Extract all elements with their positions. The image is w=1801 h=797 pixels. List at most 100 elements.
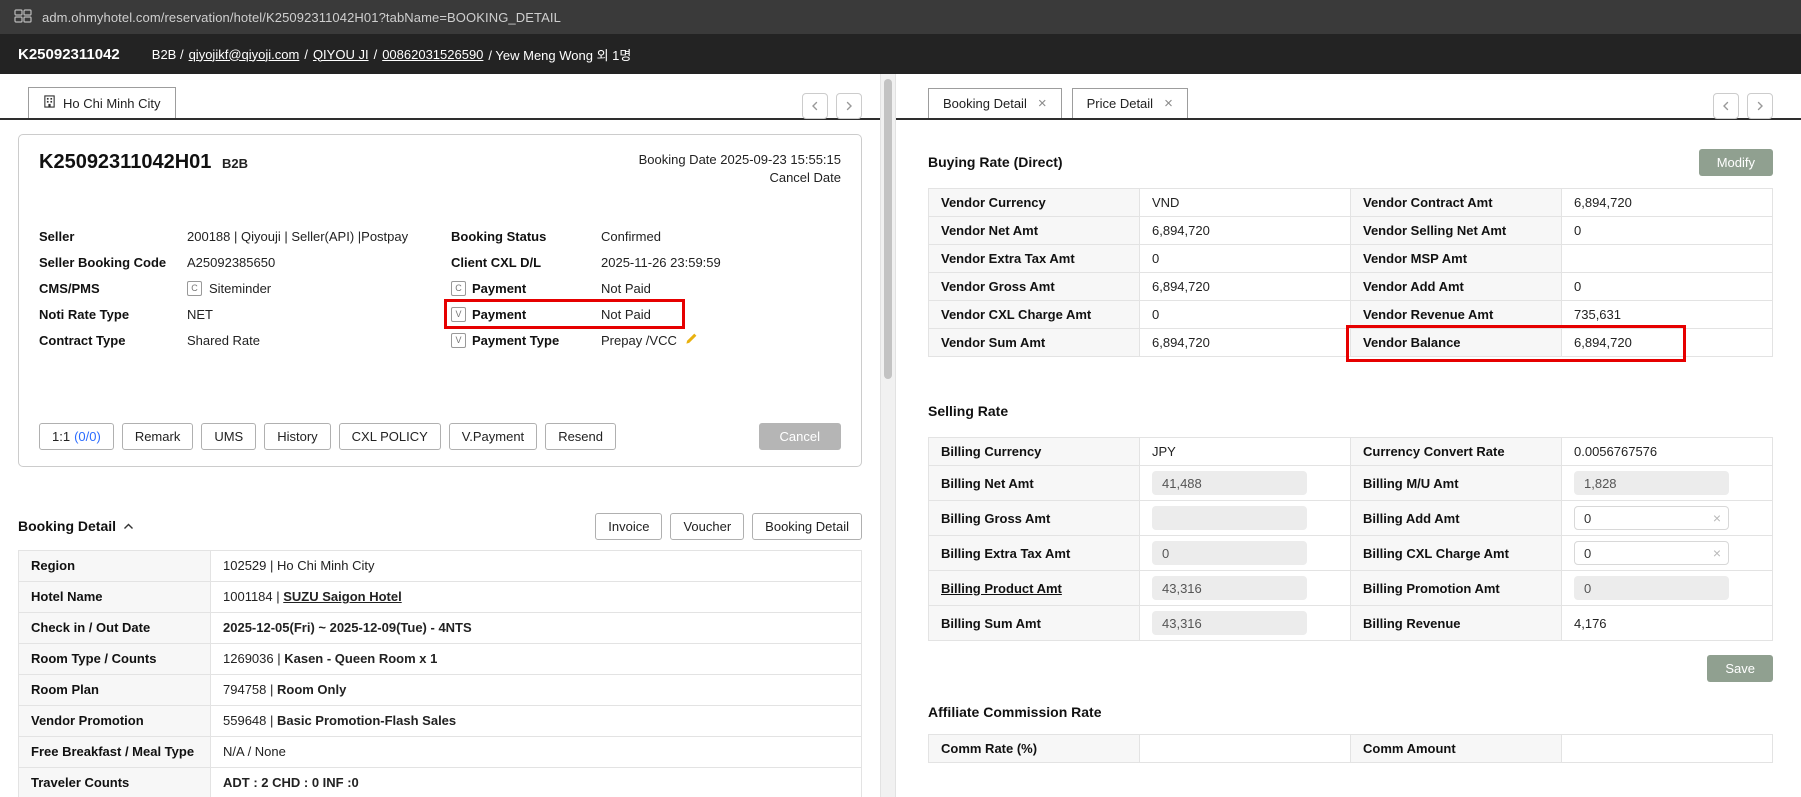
clear-icon[interactable]: × bbox=[1713, 511, 1721, 525]
row-label: Region bbox=[19, 551, 211, 582]
table-row: Comm Rate (%) Comm Amount bbox=[929, 735, 1773, 763]
right-tab-bar: Booking Detail × Price Detail × bbox=[896, 74, 1801, 120]
cxl-policy-button[interactable]: CXL POLICY bbox=[339, 423, 441, 450]
billing-net-amt-input[interactable] bbox=[1152, 471, 1307, 495]
screen: adm.ohmyhotel.com/reservation/hotel/K250… bbox=[0, 0, 1801, 797]
field-label: Contract Type bbox=[39, 333, 187, 348]
hotel-name-link[interactable]: SUZU Saigon Hotel bbox=[283, 589, 401, 604]
row-value: 0.0056767576 bbox=[1562, 438, 1773, 466]
resend-button[interactable]: Resend bbox=[545, 423, 616, 450]
booking-card: K25092311042H01 B2B Booking Date 2025-09… bbox=[18, 134, 862, 467]
url-text[interactable]: adm.ohmyhotel.com/reservation/hotel/K250… bbox=[42, 10, 561, 25]
booking-id: K25092311042 bbox=[18, 46, 120, 63]
billing-extra-tax-amt-input[interactable] bbox=[1152, 541, 1307, 565]
field-label: Client CXL D/L bbox=[451, 255, 541, 270]
seller-email-link[interactable]: qiyojikf@qiyoji.com bbox=[189, 47, 300, 62]
close-icon[interactable]: × bbox=[1038, 96, 1047, 111]
voucher-button[interactable]: Voucher bbox=[670, 513, 744, 540]
table-row: Region 102529 | Ho Chi Minh City bbox=[19, 551, 862, 582]
chevron-right-icon bbox=[843, 100, 855, 112]
row-label: Vendor Revenue Amt bbox=[1351, 301, 1562, 329]
save-button[interactable]: Save bbox=[1707, 655, 1773, 682]
row-label: Vendor MSP Amt bbox=[1351, 245, 1562, 273]
prev-tab-button[interactable] bbox=[1713, 93, 1739, 119]
scrollbar-thumb[interactable] bbox=[884, 79, 892, 379]
field-value: Not Paid bbox=[601, 281, 651, 296]
tab-groups-icon[interactable] bbox=[14, 9, 32, 26]
billing-sum-amt-input[interactable] bbox=[1152, 611, 1307, 635]
booking-code-title: K25092311042H01 bbox=[39, 151, 211, 173]
buying-rate-title: Buying Rate (Direct) bbox=[928, 154, 1063, 170]
chevron-up-icon bbox=[123, 523, 134, 530]
billing-cxl-charge-amt-input[interactable] bbox=[1574, 541, 1729, 565]
row-value: 1269036 | Kasen - Queen Room x 1 bbox=[211, 644, 862, 675]
table-row: Room Plan 794758 | Room Only bbox=[19, 675, 862, 706]
field-label: Booking Status bbox=[451, 229, 546, 244]
billing-product-amt-link[interactable]: Billing Product Amt bbox=[929, 571, 1140, 606]
row-label: Room Plan bbox=[19, 675, 211, 706]
close-icon[interactable]: × bbox=[1164, 96, 1173, 111]
tab-label: Ho Chi Minh City bbox=[63, 96, 161, 111]
phone-link[interactable]: 00862031526590 bbox=[382, 47, 483, 62]
field-value: A25092385650 bbox=[187, 255, 275, 270]
field-label: Seller Booking Code bbox=[39, 255, 187, 270]
payment-type-row: V Payment Type Prepay /VCC bbox=[451, 327, 841, 353]
cancel-button[interactable]: Cancel bbox=[759, 423, 841, 450]
row-value: 0 bbox=[1140, 301, 1351, 329]
row-label: Billing Net Amt bbox=[929, 466, 1140, 501]
chevron-left-icon bbox=[1720, 100, 1732, 112]
one-to-one-button[interactable]: 1:1 (0/0) bbox=[39, 423, 114, 450]
edit-pencil-icon[interactable] bbox=[684, 332, 698, 349]
clear-icon[interactable]: × bbox=[1713, 546, 1721, 560]
row-label: Billing Revenue bbox=[1351, 606, 1562, 641]
row-label: Free Breakfast / Meal Type bbox=[19, 737, 211, 768]
next-tab-button[interactable] bbox=[1747, 93, 1773, 119]
row-label: Comm Amount bbox=[1351, 735, 1562, 763]
billing-mu-amt-input[interactable] bbox=[1574, 471, 1729, 495]
prev-tab-button[interactable] bbox=[802, 93, 828, 119]
row-value: 6,894,720 bbox=[1140, 273, 1351, 301]
remark-button[interactable]: Remark bbox=[122, 423, 194, 450]
right-panel: Booking Detail × Price Detail × bbox=[896, 74, 1801, 797]
booking-detail-title[interactable]: Booking Detail bbox=[18, 518, 134, 534]
row-label: Billing CXL Charge Amt bbox=[1351, 536, 1562, 571]
row-label: Vendor Promotion bbox=[19, 706, 211, 737]
tab-ho-chi-minh-city[interactable]: Ho Chi Minh City bbox=[28, 87, 176, 118]
history-button[interactable]: History bbox=[264, 423, 330, 450]
noti-rate-type-row: Noti Rate Type NET bbox=[39, 301, 451, 327]
billing-gross-amt-input[interactable] bbox=[1152, 506, 1307, 530]
billing-add-amt-input[interactable] bbox=[1574, 506, 1729, 530]
row-label: Comm Rate (%) bbox=[929, 735, 1140, 763]
tab-booking-detail[interactable]: Booking Detail × bbox=[928, 88, 1062, 118]
v-tag-icon: V bbox=[451, 333, 466, 348]
field-value: 2025-11-26 23:59:59 bbox=[601, 255, 721, 270]
booking-date-label: Booking Date bbox=[639, 152, 717, 167]
row-label: Billing M/U Amt bbox=[1351, 466, 1562, 501]
company-link[interactable]: QIYOU JI bbox=[313, 47, 369, 62]
vendor-payment-row: V Payment Not Paid bbox=[451, 301, 841, 327]
next-tab-button[interactable] bbox=[836, 93, 862, 119]
modify-button[interactable]: Modify bbox=[1699, 149, 1773, 176]
left-tab-nav bbox=[802, 93, 862, 119]
booking-detail-table: Region 102529 | Ho Chi Minh City Hotel N… bbox=[18, 550, 862, 797]
tab-price-detail[interactable]: Price Detail × bbox=[1072, 88, 1188, 118]
row-value: 0 bbox=[1140, 245, 1351, 273]
row-value: 559648 | Basic Promotion-Flash Sales bbox=[211, 706, 862, 737]
row-label: Vendor Gross Amt bbox=[929, 273, 1140, 301]
invoice-button[interactable]: Invoice bbox=[595, 513, 662, 540]
field-label: Payment bbox=[472, 307, 526, 322]
table-row: Vendor Sum Amt 6,894,720 Vendor Balance … bbox=[929, 329, 1773, 357]
row-label: Vendor Add Amt bbox=[1351, 273, 1562, 301]
c-tag-icon: C bbox=[187, 281, 202, 296]
booking-detail-button[interactable]: Booking Detail bbox=[752, 513, 862, 540]
ums-button[interactable]: UMS bbox=[201, 423, 256, 450]
chevron-right-icon bbox=[1754, 100, 1766, 112]
one-to-one-count: (0/0) bbox=[74, 429, 101, 444]
row-value bbox=[1140, 735, 1351, 763]
billing-promotion-amt-input[interactable] bbox=[1574, 576, 1729, 600]
vertical-scrollbar[interactable] bbox=[880, 74, 896, 797]
v-payment-button[interactable]: V.Payment bbox=[449, 423, 537, 450]
table-row: Vendor Currency VND Vendor Contract Amt … bbox=[929, 189, 1773, 217]
billing-product-amt-input[interactable] bbox=[1152, 576, 1307, 600]
field-label: Noti Rate Type bbox=[39, 307, 187, 322]
